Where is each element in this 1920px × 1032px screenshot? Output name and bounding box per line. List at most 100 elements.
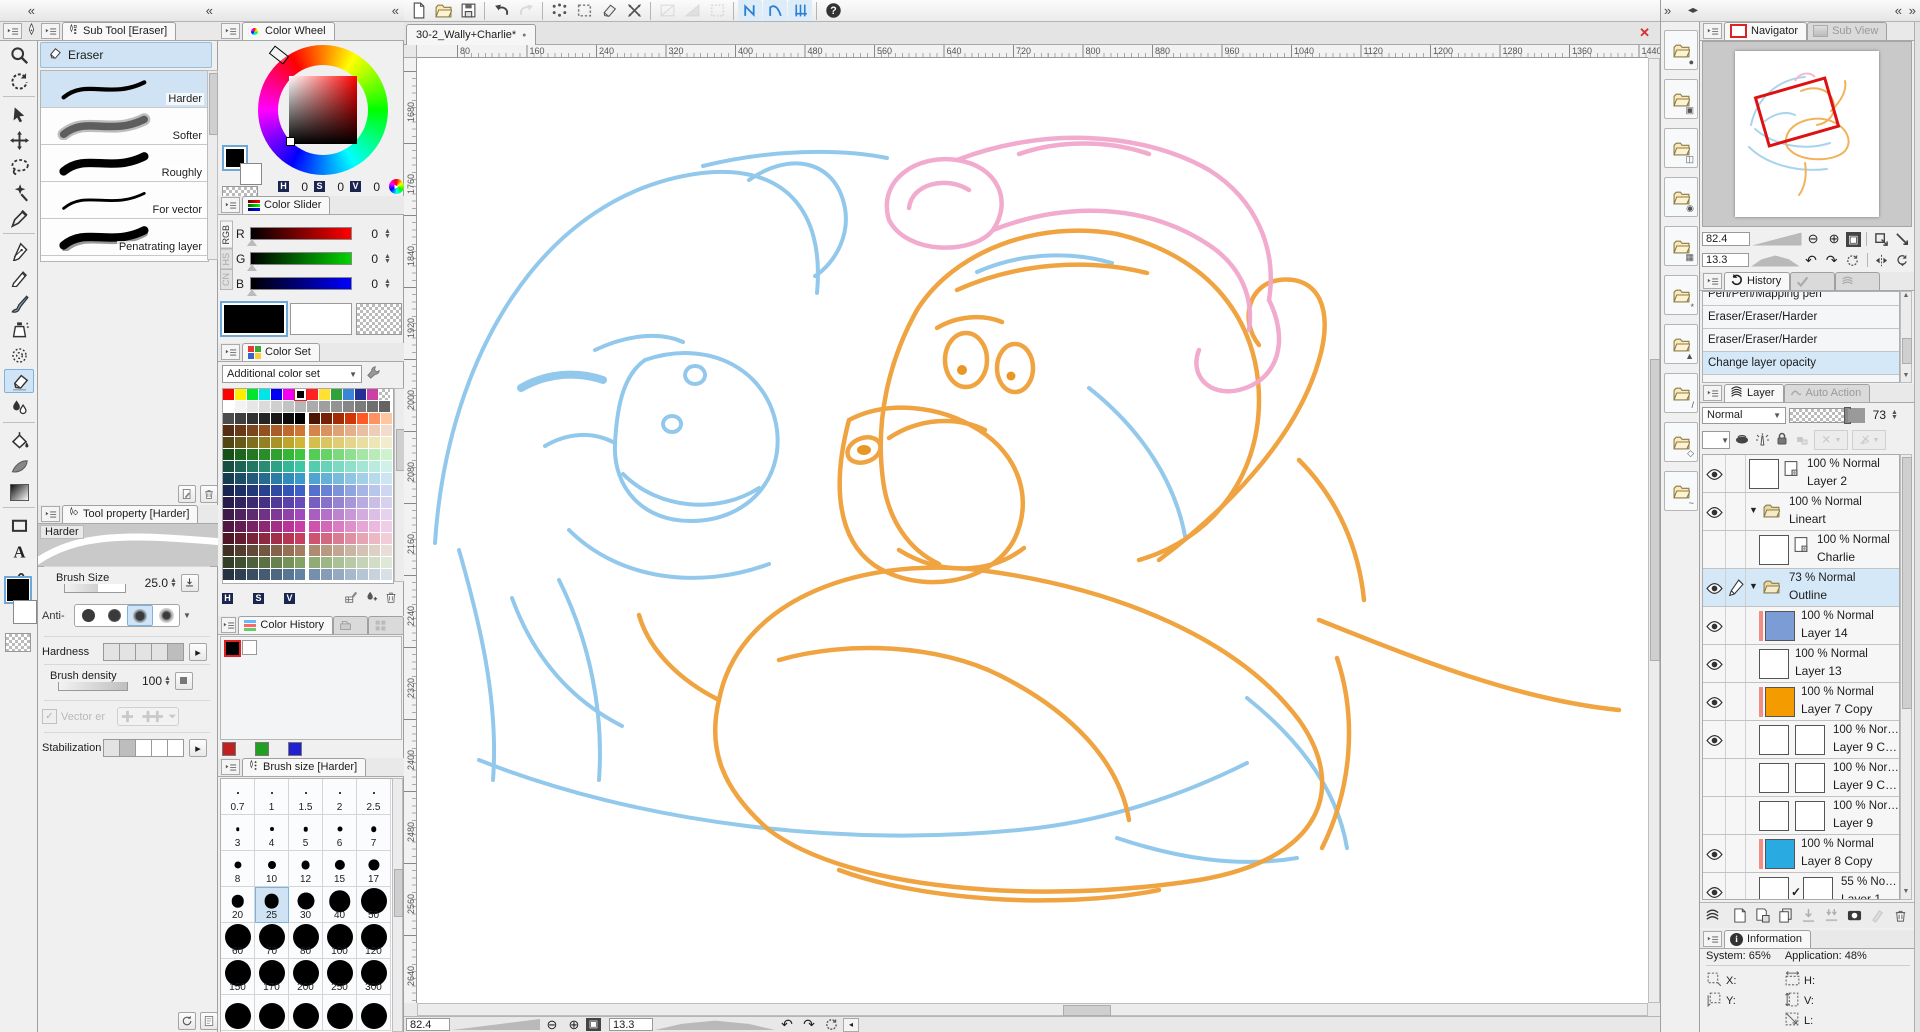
color-set-tab[interactable]: Color Set [242,343,320,361]
palette-swatch[interactable] [345,569,357,580]
palette-swatch[interactable] [234,545,246,556]
palette-swatch[interactable] [223,521,234,532]
palette-swatch[interactable] [309,485,321,496]
brush-size-cell[interactable]: 2.5 [357,779,391,815]
layer-thumbnail[interactable] [1749,459,1779,489]
status-rotate-ccw-icon[interactable]: ↶ [777,1016,797,1032]
lock-transparent-icon[interactable] [1794,431,1810,450]
palette-swatch[interactable] [282,437,294,448]
brush-size-cell[interactable]: 30 [289,887,323,923]
palette-swatch[interactable] [357,545,369,556]
material-folder-image-icon[interactable]: ▣ [1664,79,1698,119]
palette-swatch[interactable] [333,485,345,496]
delete-subtool-icon[interactable] [200,485,218,503]
layer-color-dropdown[interactable]: ▼ [1702,431,1730,449]
palette-swatch[interactable] [259,401,270,412]
navigator-zoom-value[interactable]: 82.4 [1702,232,1750,246]
channel-slider-thumb[interactable] [247,289,257,296]
brush-size-cell[interactable]: 17 [357,851,391,887]
palette-swatch[interactable] [369,533,380,544]
recent-color-swatch[interactable] [288,742,302,756]
palette-swatch[interactable] [294,485,306,496]
colorslider-menu-icon[interactable] [221,197,240,213]
layer-opacity-stepper[interactable]: ▲ ▼ [1891,409,1898,421]
eyedropper-tool[interactable] [4,206,34,230]
brush-size-cell[interactable] [357,995,391,1031]
palette-swatch[interactable] [321,569,333,580]
operation-tool[interactable] [4,128,34,152]
undo-button[interactable] [489,0,513,21]
anti-dropdown-icon[interactable]: ▼ [183,611,191,620]
anti-none-option[interactable] [75,605,101,626]
help-button[interactable]: ? [821,0,845,21]
redo-button[interactable] [514,0,538,21]
material-folder-seal-icon[interactable]: ◉ [1664,177,1698,217]
eye-icon[interactable] [1706,656,1723,672]
palette-swatch[interactable] [270,509,282,520]
eye-icon[interactable] [1706,732,1723,748]
brush-size-cell[interactable]: 5 [289,815,323,851]
palette-swatch[interactable] [270,557,282,568]
brush-density-slider[interactable] [58,682,128,691]
channel-stepper[interactable]: ▲ ▼ [384,278,391,290]
material-folder-lock-icon[interactable]: ● [1664,30,1698,70]
brush-size-cell[interactable]: 200 [289,959,323,995]
palette-swatch[interactable] [319,401,330,412]
palette-swatch[interactable] [258,497,270,508]
tab-all-layers[interactable] [1835,272,1881,290]
slider-bg-swatch[interactable] [290,303,352,335]
brush-size-cell[interactable]: 20 [221,887,255,923]
palette-swatch[interactable] [309,461,321,472]
history-scrollbar[interactable]: ▲ ▼ [1900,291,1912,383]
palette-swatch[interactable] [309,425,321,436]
layer-thumbnail[interactable] [1759,877,1789,899]
palette-swatch[interactable] [223,509,234,520]
palette-swatch[interactable] [270,569,282,580]
document-tab[interactable]: 30-2_Wally+Charlie* ● [406,24,537,45]
nav-zoom-in-icon[interactable]: ⊕ [1825,230,1844,248]
status-collapse-icon[interactable]: ◂ [843,1017,859,1032]
palette-swatch[interactable] [343,389,354,400]
palette-swatch[interactable] [357,413,369,424]
brush-size-cell[interactable]: 1 [255,779,289,815]
palette-swatch[interactable] [223,533,234,544]
transparent-color-swatch[interactable] [5,633,31,652]
layer-row-layer-10-copy[interactable]: ✓ 55 % Normal Layer 10 Copy [1703,873,1899,899]
rotate-canvas-tool[interactable] [4,69,34,93]
palette-swatch[interactable] [258,521,270,532]
palette-swatch[interactable] [223,473,234,484]
palette-swatch[interactable] [357,497,369,508]
close-view-icon[interactable]: ✕ [1639,25,1650,41]
history-menu-icon[interactable] [1703,273,1722,289]
palette-swatch[interactable] [258,413,270,424]
brush-size-cell[interactable]: 0.7 [221,779,255,815]
brush-size-cell[interactable]: 7 [357,815,391,851]
palette-swatch[interactable] [258,485,270,496]
navigator-menu-icon[interactable] [1703,23,1722,39]
layer-row-outline[interactable]: ▼ 73 % Normal Outline [1703,569,1899,607]
brush-size-cell[interactable]: 12 [289,851,323,887]
layer-row-lineart[interactable]: ▼ 100 % Normal Lineart [1703,493,1899,531]
palette-swatch[interactable] [367,389,378,400]
stabilization-slider[interactable] [103,739,184,757]
palette-swatch[interactable] [333,521,345,532]
color-set-dropdown[interactable]: Additional color set ▼ [222,365,362,383]
channel-stepper[interactable]: ▲ ▼ [384,253,391,265]
palette-swatch[interactable] [380,461,392,472]
palette-swatch[interactable] [333,497,345,508]
background-color-swatch[interactable] [13,600,37,624]
open-file-button[interactable] [431,0,455,21]
palette-swatch[interactable] [309,509,321,520]
expand-material-icon[interactable]: » [1664,3,1671,18]
palette-swatch[interactable] [246,533,258,544]
colorset-h-chip[interactable]: H [222,593,233,604]
pencil-tool[interactable] [4,265,34,289]
history-swatch-white[interactable] [242,640,257,655]
palette-swatch[interactable] [380,413,392,424]
palette-swatch[interactable] [294,557,306,568]
layer-row-layer-7-copy[interactable]: 100 % Normal Layer 7 Copy [1703,683,1899,721]
palette-swatch[interactable] [309,545,321,556]
palette-swatch[interactable] [258,545,270,556]
layer-mask-thumbnail[interactable] [1795,725,1825,755]
tab-layer[interactable]: Layer [1724,384,1784,402]
